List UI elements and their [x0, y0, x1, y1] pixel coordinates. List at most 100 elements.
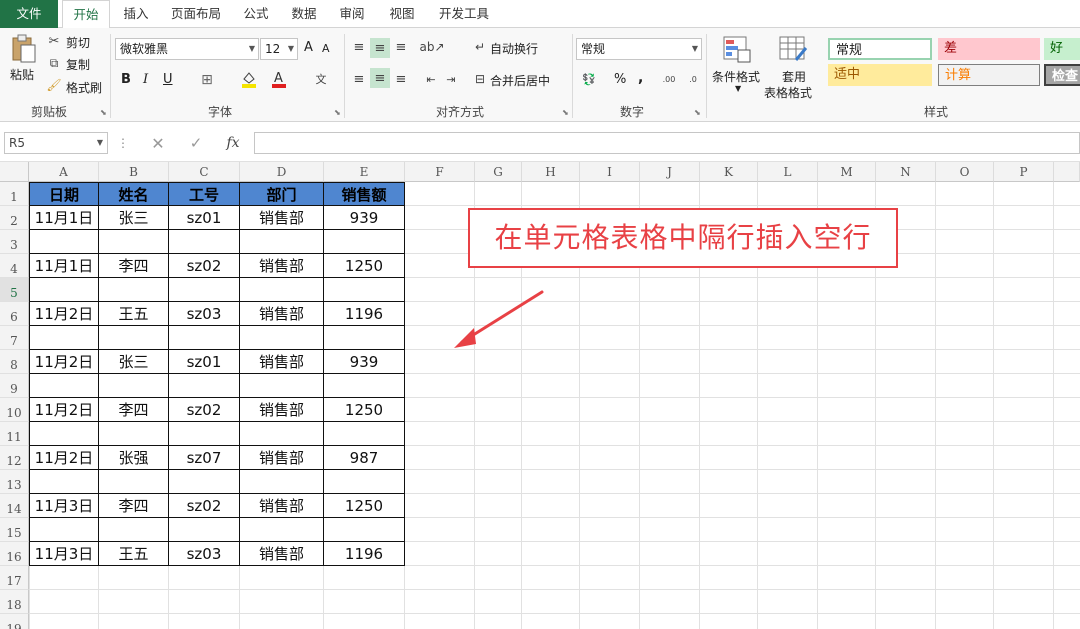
row-header[interactable]: 3	[0, 230, 29, 254]
increase-indent-icon[interactable]: ⇥	[442, 70, 460, 88]
increase-decimal-icon[interactable]: .00	[660, 70, 678, 88]
clipboard-launcher-icon[interactable]: ⬊	[100, 108, 107, 117]
table-cell[interactable]: sz03	[169, 542, 240, 566]
table-cell[interactable]: 11月2日	[29, 302, 99, 326]
table-cell[interactable]: 销售部	[240, 494, 324, 518]
table-cell[interactable]: 939	[324, 350, 405, 374]
column-header[interactable]: B	[99, 162, 169, 182]
table-cell[interactable]: 王五	[99, 302, 169, 326]
decrease-decimal-icon[interactable]: .0	[684, 70, 702, 88]
table-format-icon[interactable]	[778, 34, 808, 64]
decrease-indent-icon[interactable]: ⇤	[422, 70, 440, 88]
align-bottom-icon[interactable]: ≡	[392, 38, 410, 56]
row-header[interactable]: 13	[0, 470, 29, 494]
font-launcher-icon[interactable]: ⬊	[334, 108, 341, 117]
table-cell[interactable]	[99, 278, 169, 302]
table-cell[interactable]: 销售部	[240, 302, 324, 326]
name-box[interactable]: R5 ▼	[4, 132, 108, 154]
column-header[interactable]: I	[580, 162, 640, 182]
tab-developer[interactable]: 开发工具	[432, 0, 496, 28]
table-cell[interactable]	[29, 422, 99, 446]
column-header[interactable]: M	[818, 162, 876, 182]
conditional-format-icon[interactable]	[722, 34, 752, 64]
alignment-launcher-icon[interactable]: ⬊	[562, 108, 569, 117]
grow-font-button[interactable]: A	[304, 40, 313, 55]
number-format-combo[interactable]: 常规 ▼	[576, 38, 702, 60]
table-cell[interactable]: 销售部	[240, 446, 324, 470]
font-color-icon[interactable]: A	[270, 70, 288, 88]
row-header[interactable]: 9	[0, 374, 29, 398]
phonetic-icon[interactable]: 文	[312, 70, 330, 88]
table-cell[interactable]	[29, 470, 99, 494]
row-header[interactable]: 2	[0, 206, 29, 230]
row-header[interactable]: 14	[0, 494, 29, 518]
table-cell[interactable]	[324, 278, 405, 302]
table-cell[interactable]	[99, 230, 169, 254]
underline-button[interactable]: U	[163, 72, 173, 87]
table-cell[interactable]: 1196	[324, 302, 405, 326]
table-cell[interactable]	[169, 374, 240, 398]
cut-button[interactable]: 剪切	[66, 34, 90, 51]
table-cell[interactable]	[169, 518, 240, 542]
column-header[interactable]: C	[169, 162, 240, 182]
table-cell[interactable]	[324, 518, 405, 542]
table-header-cell[interactable]: 工号	[169, 182, 240, 206]
table-cell[interactable]: sz01	[169, 206, 240, 230]
table-cell[interactable]	[29, 230, 99, 254]
tab-page-layout[interactable]: 页面布局	[164, 0, 228, 28]
row-header[interactable]: 19	[0, 614, 29, 629]
merge-center-button[interactable]: 合并后居中	[490, 72, 550, 89]
table-cell[interactable]	[240, 374, 324, 398]
table-cell[interactable]: 1250	[324, 398, 405, 422]
tab-review[interactable]: 审阅	[332, 0, 372, 28]
column-header[interactable]: H	[522, 162, 580, 182]
table-cell[interactable]: 张三	[99, 350, 169, 374]
align-center-icon[interactable]: ≡	[370, 68, 390, 88]
row-header[interactable]: 10	[0, 398, 29, 422]
style-neutral[interactable]: 适中	[828, 64, 932, 86]
row-header[interactable]: 7	[0, 326, 29, 350]
formula-bar-handle-icon[interactable]: ⋮	[117, 134, 129, 152]
row-header[interactable]: 6	[0, 302, 29, 326]
table-cell[interactable]	[99, 518, 169, 542]
number-launcher-icon[interactable]: ⬊	[694, 108, 701, 117]
style-check[interactable]: 检查	[1044, 64, 1080, 86]
tab-formulas[interactable]: 公式	[236, 0, 276, 28]
paste-button[interactable]: 粘贴	[10, 66, 34, 83]
cancel-icon[interactable]: ✕	[148, 134, 168, 153]
align-left-icon[interactable]: ≡	[350, 70, 368, 88]
table-header-cell[interactable]: 部门	[240, 182, 324, 206]
select-all-corner[interactable]	[0, 162, 29, 182]
column-header[interactable]: G	[475, 162, 522, 182]
conditional-format-dropdown-icon[interactable]: ▼	[735, 84, 741, 93]
table-cell[interactable]: 李四	[99, 494, 169, 518]
table-cell[interactable]: sz02	[169, 254, 240, 278]
column-header[interactable]: L	[758, 162, 818, 182]
paste-icon[interactable]	[10, 34, 38, 64]
row-header[interactable]: 11	[0, 422, 29, 446]
row-header[interactable]: 18	[0, 590, 29, 614]
table-cell[interactable]: 987	[324, 446, 405, 470]
table-cell[interactable]: 11月3日	[29, 542, 99, 566]
table-cell[interactable]: sz02	[169, 494, 240, 518]
table-cell[interactable]: sz02	[169, 398, 240, 422]
style-normal[interactable]: 常规	[828, 38, 932, 60]
table-cell[interactable]: 张强	[99, 446, 169, 470]
table-cell[interactable]: sz03	[169, 302, 240, 326]
percent-button[interactable]: %	[614, 72, 626, 87]
table-cell[interactable]	[99, 422, 169, 446]
column-header[interactable]: J	[640, 162, 700, 182]
table-cell[interactable]	[169, 422, 240, 446]
row-header[interactable]: 8	[0, 350, 29, 374]
table-cell[interactable]: 销售部	[240, 254, 324, 278]
style-calculation[interactable]: 计算	[938, 64, 1040, 86]
table-cell[interactable]	[99, 326, 169, 350]
row-header[interactable]: 16	[0, 542, 29, 566]
table-cell[interactable]: 939	[324, 206, 405, 230]
table-cell[interactable]: 11月3日	[29, 494, 99, 518]
table-cell[interactable]: 王五	[99, 542, 169, 566]
format-painter-button[interactable]: 格式刷	[66, 79, 102, 96]
tab-insert[interactable]: 插入	[114, 0, 158, 28]
column-header[interactable]: O	[936, 162, 994, 182]
row-header[interactable]: 15	[0, 518, 29, 542]
